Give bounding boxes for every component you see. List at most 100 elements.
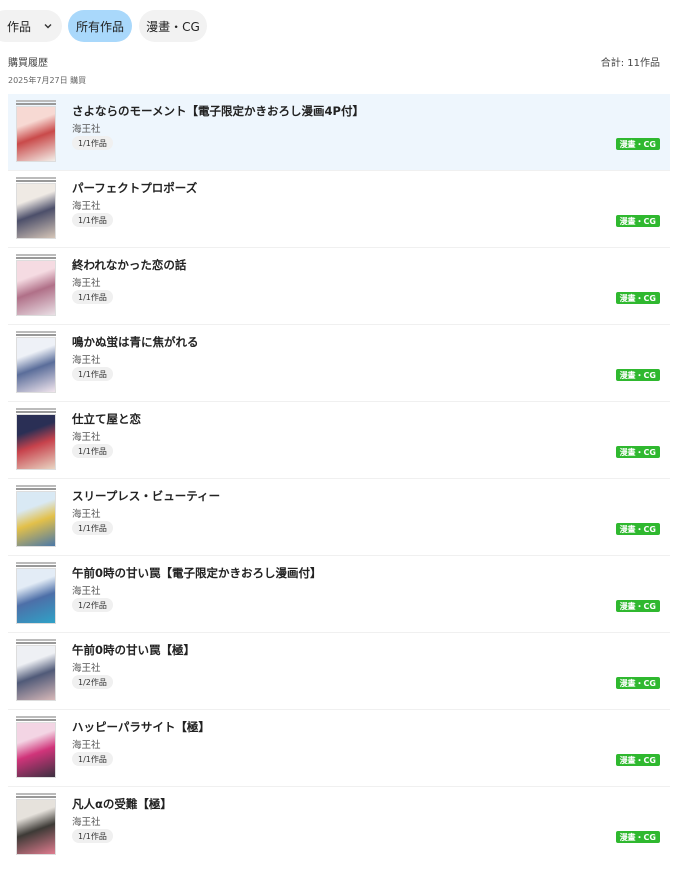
item-title[interactable]: 仕立て屋と恋 (72, 411, 141, 427)
item-count-badge: 1/1作品 (72, 444, 113, 458)
item-publisher: 海王社 (72, 432, 101, 443)
cover-stack-edge (16, 177, 56, 179)
list-item[interactable]: さよならのモーメント【電子限定かきおろし漫画4P付】海王社 1/1作品 漫畫・CG (8, 94, 670, 170)
category-tag: 漫畫・CG (615, 369, 660, 381)
book-cover[interactable] (16, 408, 56, 470)
cover-image (16, 645, 56, 701)
category-tag: 漫畫・CG (615, 446, 660, 458)
total-count: 合計: 11作品 (600, 58, 660, 69)
cover-image (16, 722, 56, 778)
category-tag: 漫畫・CG (615, 831, 660, 843)
item-count-badge: 1/2作品 (72, 675, 113, 689)
item-title[interactable]: 鳴かぬ蛍は青に焦がれる (72, 334, 199, 350)
item-title[interactable]: さよならのモーメント【電子限定かきおろし漫画4P付】 (72, 103, 364, 119)
cover-stack-edge (16, 103, 56, 105)
category-tag: 漫畫・CG (615, 138, 660, 150)
list-item[interactable]: パーフェクトプロポーズ 海王社 1/1作品 漫畫・CG (8, 171, 670, 247)
book-cover[interactable] (16, 639, 56, 701)
cover-image (16, 491, 56, 547)
item-publisher: 海王社 (72, 509, 101, 520)
item-publisher: 海王社 (72, 201, 101, 212)
cover-stack-edge (16, 331, 56, 333)
cover-stack-edge (16, 562, 56, 564)
book-cover[interactable] (16, 177, 56, 239)
cover-image (16, 260, 56, 316)
list-item[interactable]: 仕立て屋と恋海王社 1/1作品 漫畫・CG (8, 402, 670, 478)
cover-stack-edge (16, 257, 56, 259)
item-publisher: 海王社 (72, 663, 101, 674)
cover-stack-edge (16, 254, 56, 256)
purchase-list: さよならのモーメント【電子限定かきおろし漫画4P付】 海王社 1/1作品 漫畫・CG パ… (8, 94, 670, 863)
book-cover[interactable] (16, 793, 56, 855)
list-item[interactable]: スリープレス・ビューティー海王社 1/1作品 漫畫・CG (8, 479, 670, 555)
category-tag: 漫畫・CG (615, 523, 660, 535)
item-publisher: 海王社 (72, 124, 101, 135)
book-cover[interactable] (16, 562, 56, 624)
book-cover[interactable] (16, 716, 56, 778)
cover-image (16, 414, 56, 470)
item-publisher: 海王社 (72, 740, 101, 751)
list-item[interactable]: 凡人αの受難【極】海王社 1/1作品 漫畫・CG (8, 787, 670, 863)
category-tag: 漫畫・CG (615, 677, 660, 689)
category-tag: 漫畫・CG (615, 292, 660, 304)
item-title[interactable]: ハッピーパラサイト【極】 (72, 719, 210, 735)
cover-stack-edge (16, 485, 56, 487)
item-publisher: 海王社 (72, 355, 101, 366)
purchase-date: 2025年7月27日 購買 (8, 76, 87, 85)
cover-image (16, 106, 56, 162)
item-publisher: 海王社 (72, 278, 101, 289)
category-tag: 漫畫・CG (615, 600, 660, 612)
work-filter-label: 作品 (7, 19, 32, 34)
history-header: 購買履歴 合計: 11作品 (8, 54, 660, 69)
cover-stack-edge (16, 488, 56, 490)
item-title[interactable]: パーフェクトプロポーズ (72, 180, 197, 196)
category-tag: 漫畫・CG (615, 215, 660, 227)
list-item[interactable]: 終われなかった恋の話海王社 1/1作品 漫畫・CG (8, 248, 670, 324)
cover-stack-edge (16, 100, 56, 102)
chevron-down-icon (43, 21, 53, 31)
cover-stack-edge (16, 180, 56, 182)
item-count-badge: 1/1作品 (72, 290, 113, 304)
item-title[interactable]: 午前0時の甘い罠【電子限定かきおろし漫画付】 (72, 565, 322, 581)
owned-works-filter[interactable]: 所有作品 (68, 10, 132, 42)
cover-stack-edge (16, 334, 56, 336)
list-item[interactable]: 午前0時の甘い罠【電子限定かきおろし漫画付】海王社 1/2作品 漫畫・CG (8, 556, 670, 632)
manga-cg-filter[interactable]: 漫畫・CG (139, 10, 207, 42)
list-item[interactable]: 鳴かぬ蛍は青に焦がれる海王社 1/1作品 漫畫・CG (8, 325, 670, 401)
cover-stack-edge (16, 408, 56, 410)
page-title: 購買履歴 (8, 58, 48, 69)
cover-stack-edge (16, 411, 56, 413)
book-cover[interactable] (16, 331, 56, 393)
cover-stack-edge (16, 796, 56, 798)
cover-image (16, 799, 56, 855)
item-count-badge: 1/1作品 (72, 367, 113, 381)
list-item[interactable]: 午前0時の甘い罠【極】海王社 1/2作品 漫畫・CG (8, 633, 670, 709)
cover-stack-edge (16, 642, 56, 644)
category-tag: 漫畫・CG (615, 754, 660, 766)
item-publisher: 海王社 (72, 817, 101, 828)
book-cover[interactable] (16, 100, 56, 162)
item-title[interactable]: スリープレス・ビューティー (72, 488, 220, 504)
cover-stack-edge (16, 565, 56, 567)
book-cover[interactable] (16, 254, 56, 316)
owned-works-label: 所有作品 (75, 19, 124, 34)
cover-stack-edge (16, 793, 56, 795)
item-title[interactable]: 終われなかった恋の話 (72, 257, 186, 273)
item-count-badge: 1/1作品 (72, 752, 113, 766)
cover-stack-edge (16, 639, 56, 641)
manga-cg-label: 漫畫・CG (146, 19, 200, 34)
item-count-badge: 1/1作品 (72, 136, 113, 150)
cover-stack-edge (16, 719, 56, 721)
item-count-badge: 1/2作品 (72, 598, 113, 612)
list-item[interactable]: ハッピーパラサイト【極】海王社 1/1作品 漫畫・CG (8, 710, 670, 786)
item-title[interactable]: 凡人αの受難【極】 (72, 796, 172, 812)
item-count-badge: 1/1作品 (72, 521, 113, 535)
item-count-badge: 1/1作品 (72, 829, 113, 843)
item-publisher: 海王社 (72, 586, 101, 597)
filter-bar: 作品 所有作品 漫畫・CG (0, 10, 687, 42)
book-cover[interactable] (16, 485, 56, 547)
cover-image (16, 568, 56, 624)
cover-image (16, 337, 56, 393)
work-filter-dropdown[interactable]: 作品 (0, 10, 62, 42)
item-title[interactable]: 午前0時の甘い罠【極】 (72, 642, 195, 658)
